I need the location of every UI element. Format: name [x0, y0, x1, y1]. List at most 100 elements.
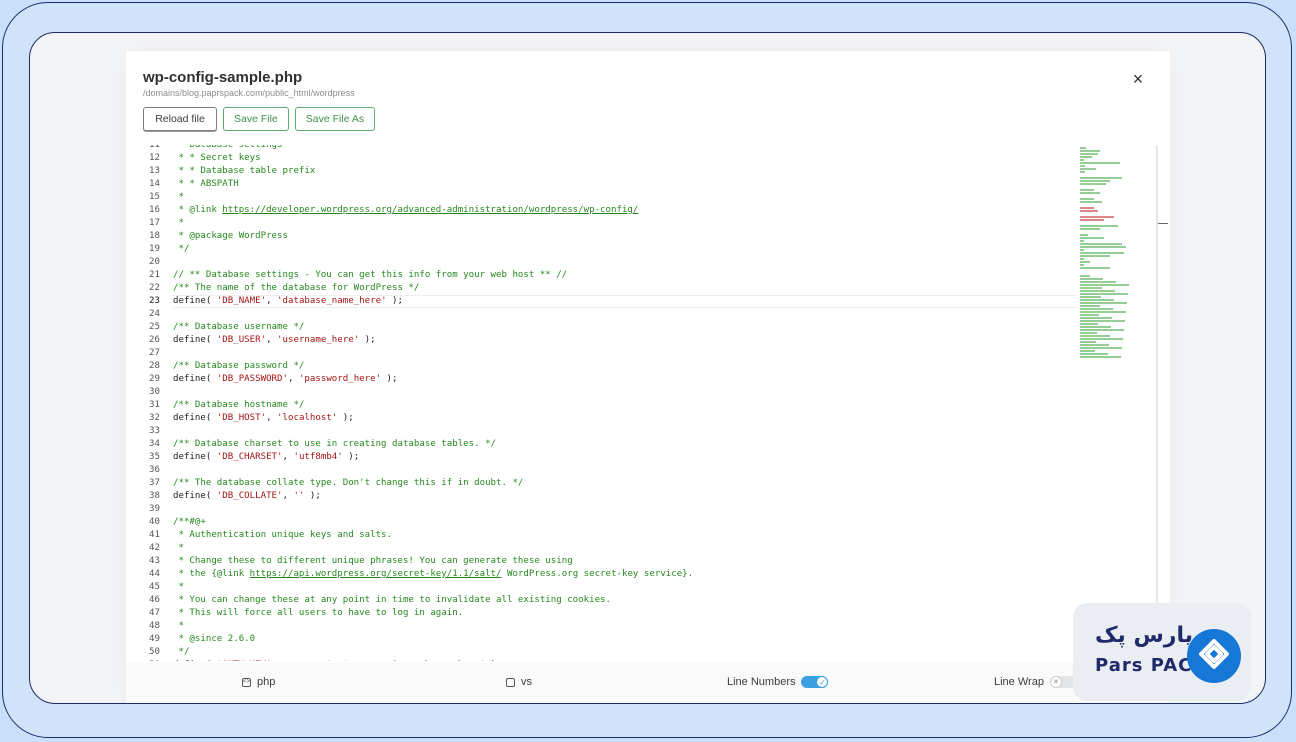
minimap-line: [1080, 246, 1126, 248]
language-selector[interactable]: <> php: [242, 676, 275, 688]
code-line: */: [173, 647, 190, 657]
line-wrap-label: Line Wrap: [994, 676, 1044, 688]
code-line: *: [173, 218, 184, 228]
line-number: 22: [149, 283, 160, 293]
code-line: define( 'DB_PASSWORD', 'password_here' )…: [173, 374, 398, 384]
minimap-line: [1080, 299, 1114, 301]
logo-persian-text: پارس پک: [1095, 623, 1193, 648]
minimap-line: [1080, 278, 1103, 280]
minimap-line: [1080, 353, 1108, 355]
code-icon: <>: [242, 677, 251, 687]
line-number: 31: [149, 400, 160, 410]
minimap-line: [1080, 201, 1102, 203]
line-number: 20: [149, 257, 160, 267]
code-line: /** Database username */: [173, 322, 305, 332]
minimap-line: [1080, 264, 1084, 266]
code-line: *: [173, 543, 184, 553]
close-icon[interactable]: ×: [1128, 69, 1148, 89]
minimap-line: [1080, 243, 1122, 245]
line-number: 27: [149, 348, 160, 358]
code-line: * Database settings: [173, 145, 283, 150]
reload-file-button[interactable]: Reload file: [143, 107, 217, 131]
minimap-line: [1080, 338, 1123, 340]
minimap-line: [1080, 335, 1110, 337]
minimap-line: [1080, 240, 1084, 242]
line-number: 34: [149, 439, 160, 449]
minimap-line: [1080, 162, 1120, 164]
code-line: define( 'AUTH_KEY', 'put your unique phr…: [173, 659, 502, 661]
line-number: 37: [149, 478, 160, 488]
minimap-line: [1080, 284, 1129, 286]
line-number: 41: [149, 530, 160, 540]
code-editor[interactable]: 11 12 13 14 15 16 17 18 19 20 21 22 23 24 25 26 27 28 29 30…: [126, 145, 1170, 661]
toolbar: Reload file Save File Save File As: [143, 107, 376, 131]
line-number: 47: [149, 608, 160, 618]
file-icon: [506, 677, 515, 687]
screenshot-card: wp-config-sample.php /domains/blog.paprs…: [29, 32, 1266, 704]
minimap-line: [1080, 287, 1102, 289]
line-number: 46: [149, 595, 160, 605]
minimap-line: [1080, 326, 1111, 328]
line-number: 14: [149, 179, 160, 189]
code-line: // ** Database settings - You can get th…: [173, 270, 568, 280]
code-line: * @since 2.6.0: [173, 634, 256, 644]
minimap-line: [1080, 192, 1100, 194]
line-number: 45: [149, 582, 160, 592]
minimap-line: [1080, 341, 1096, 343]
minimap-line: [1080, 180, 1110, 182]
code-line: define( 'DB_USER', 'username_here' );: [173, 335, 376, 345]
minimap-line: [1080, 147, 1086, 149]
line-number: 17: [149, 218, 160, 228]
line-number: 35: [149, 452, 160, 462]
code-line: define( 'DB_NAME', 'database_name_here' …: [173, 296, 403, 306]
minimap-line: [1080, 275, 1090, 277]
code-line: define( 'DB_CHARSET', 'utf8mb4' );: [173, 452, 360, 462]
minimap-line: [1080, 258, 1084, 260]
line-number: 33: [149, 426, 160, 436]
code-line: * the {@link https://api.wordpress.org/s…: [173, 569, 694, 579]
line-number: 48: [149, 621, 160, 631]
minimap-line: [1080, 323, 1098, 325]
minimap-line: [1080, 314, 1099, 316]
minimap-line: [1080, 290, 1115, 292]
line-number: 12: [149, 153, 160, 163]
minimap-line: [1080, 356, 1121, 358]
minimap-line: [1080, 150, 1100, 152]
minimap-line: [1080, 344, 1109, 346]
scrollbar-thumb[interactable]: [1158, 223, 1168, 224]
minimap-line: [1080, 302, 1127, 304]
save-file-button[interactable]: Save File: [223, 107, 289, 131]
minimap-line: [1080, 347, 1122, 349]
minimap-line: [1080, 225, 1118, 227]
code-line: * This will force all users to have to l…: [173, 608, 464, 618]
line-number: 49: [149, 634, 160, 644]
line-number: 26: [149, 335, 160, 345]
code-area[interactable]: * Database settings * * Secret keys * * …: [173, 145, 1077, 661]
code-line: * Authentication unique keys and salts.: [173, 530, 392, 540]
minimap[interactable]: [1080, 145, 1158, 661]
code-line: * * Secret keys: [173, 153, 261, 163]
minimap-line: [1080, 350, 1095, 352]
theme-selector[interactable]: vs: [506, 676, 532, 688]
dialog-title: wp-config-sample.php: [143, 69, 303, 86]
line-number-gutter: 11 12 13 14 15 16 17 18 19 20 21 22 23 24 25 26 27 28 29 30…: [126, 145, 160, 661]
line-number: 32: [149, 413, 160, 423]
save-file-as-button[interactable]: Save File As: [294, 107, 376, 131]
line-numbers-toggle[interactable]: [801, 676, 829, 688]
line-number: 15: [149, 192, 160, 202]
line-numbers-label: Line Numbers: [727, 676, 796, 688]
minimap-line: [1080, 317, 1112, 319]
minimap-line: [1080, 228, 1100, 230]
code-line: * You can change these at any point in t…: [173, 595, 611, 605]
code-line: *: [173, 621, 184, 631]
minimap-line: [1080, 189, 1094, 191]
line-number: 29: [149, 374, 160, 384]
code-line: /** Database password */: [173, 361, 305, 371]
minimap-line: [1080, 234, 1088, 236]
minimap-line: [1080, 329, 1124, 331]
pars-pack-logo: پارس پک Pars PACK: [1073, 603, 1251, 701]
code-line: /** The name of the database for WordPre…: [173, 283, 420, 293]
minimap-line: [1080, 281, 1116, 283]
code-line: define( 'DB_HOST', 'localhost' );: [173, 413, 354, 423]
line-number: 28: [149, 361, 160, 371]
